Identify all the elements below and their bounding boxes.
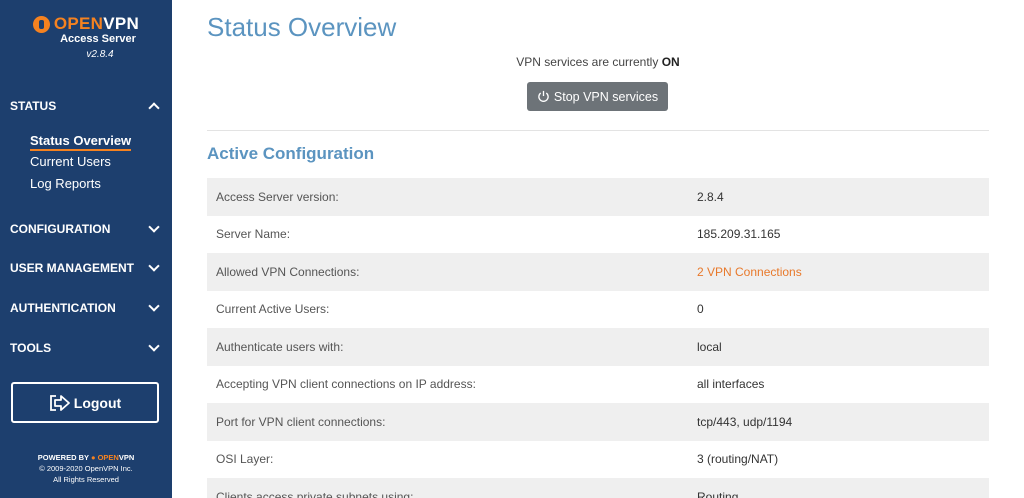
powered-open-text: OPEN [97,453,119,462]
table-row: Authenticate users with: local [207,328,989,366]
chevron-up-icon [148,102,160,114]
product-subtitle: Access Server [60,33,136,45]
table-row: OSI Layer: 3 (routing/NAT) [207,441,989,479]
logout-label: Logout [73,394,122,411]
config-key: Access Server version: [216,189,339,204]
vpn-connections-link[interactable]: 2 VPN Connections [697,265,802,279]
logo-open-text: OPEN [53,14,104,33]
config-key: Current Active Users: [216,302,330,317]
sidebar: OPENVPN Access Server v2.8.4 STATUS Stat… [0,0,172,498]
logout-button[interactable]: Logout [11,382,159,423]
nav-section-label: CONFIGURATION [10,222,111,236]
table-row: Server Name: 185.209.31.165 [207,216,989,254]
table-row: Allowed VPN Connections: 2 VPN Connectio… [207,253,989,291]
nav-section-status[interactable]: STATUS [0,96,172,116]
nav-section-authentication[interactable]: AUTHENTICATION [0,298,172,318]
vpn-status-text: VPN services are currently ON [207,55,989,69]
config-value: all interfaces [697,377,765,392]
powered-by-text: POWERED BY [37,453,89,462]
sidebar-item-log-reports[interactable]: Log Reports [30,176,101,191]
chevron-down-icon [148,300,160,312]
config-key: Authenticate users with: [216,339,344,354]
config-table: Access Server version: 2.8.4 Server Name… [207,178,989,498]
active-configuration-heading: Active Configuration [207,144,375,163]
nav-section-user-management[interactable]: USER MANAGEMENT [0,258,172,278]
nav-section-label: TOOLS [10,341,52,355]
logout-icon [49,394,70,411]
table-row: Accepting VPN client connections on IP a… [207,366,989,404]
powered-vpn-text: VPN [118,453,135,462]
stop-vpn-services-button[interactable]: Stop VPN services [527,82,668,111]
copyright-text: © 2009-2020 OpenVPN Inc. [39,464,133,473]
table-row: Clients access private subnets using: Ro… [207,478,989,498]
config-key: Server Name: [216,227,291,242]
main-content: Status Overview VPN services are current… [207,0,989,498]
chevron-down-icon [148,340,160,352]
nav-section-label: AUTHENTICATION [10,301,116,315]
page-title: Status Overview [207,12,397,42]
powered-openvpn-icon: ● [90,453,96,462]
openvpn-logo[interactable]: OPENVPN Access Server v2.8.4 [0,14,172,60]
chevron-down-icon [148,221,160,233]
config-key: Port for VPN client connections: [216,414,386,429]
config-value: 0 [697,302,704,317]
sidebar-item-status-overview[interactable]: Status Overview [30,133,132,151]
divider [207,130,989,131]
nav-section-configuration[interactable]: CONFIGURATION [0,219,172,239]
config-value: local [697,339,722,354]
stop-button-label: Stop VPN services [553,89,659,104]
config-value: 2.8.4 [697,189,724,204]
config-value: 185.209.31.165 [697,227,781,242]
config-value: 3 (routing/NAT) [697,452,779,467]
power-icon [538,90,549,102]
rights-text: All Rights Reserved [53,475,119,484]
nav-section-label: STATUS [10,99,57,113]
vpn-status-prefix: VPN services are currently [516,55,659,69]
config-key: OSI Layer: [216,452,274,467]
chevron-down-icon [148,260,160,272]
openvpn-lock-icon [32,15,50,33]
sidebar-footer: POWERED BY ● OPENVPN © 2009-2020 OpenVPN… [0,452,172,485]
sidebar-item-current-users[interactable]: Current Users [30,154,111,169]
table-row: Access Server version: 2.8.4 [207,178,989,216]
vpn-status-value: ON [661,55,680,69]
config-key: Allowed VPN Connections: [216,264,360,279]
nav-section-tools[interactable]: TOOLS [0,338,172,358]
product-version: v2.8.4 [86,49,114,60]
config-key: Accepting VPN client connections on IP a… [216,377,476,392]
table-row: Port for VPN client connections: tcp/443… [207,403,989,441]
config-value: tcp/443, udp/1194 [697,414,793,429]
table-row: Current Active Users: 0 [207,291,989,329]
config-value: Routing [697,489,739,498]
config-key: Clients access private subnets using: [216,489,414,498]
nav-section-label: USER MANAGEMENT [10,261,135,275]
logo-vpn-text: VPN [103,14,140,33]
